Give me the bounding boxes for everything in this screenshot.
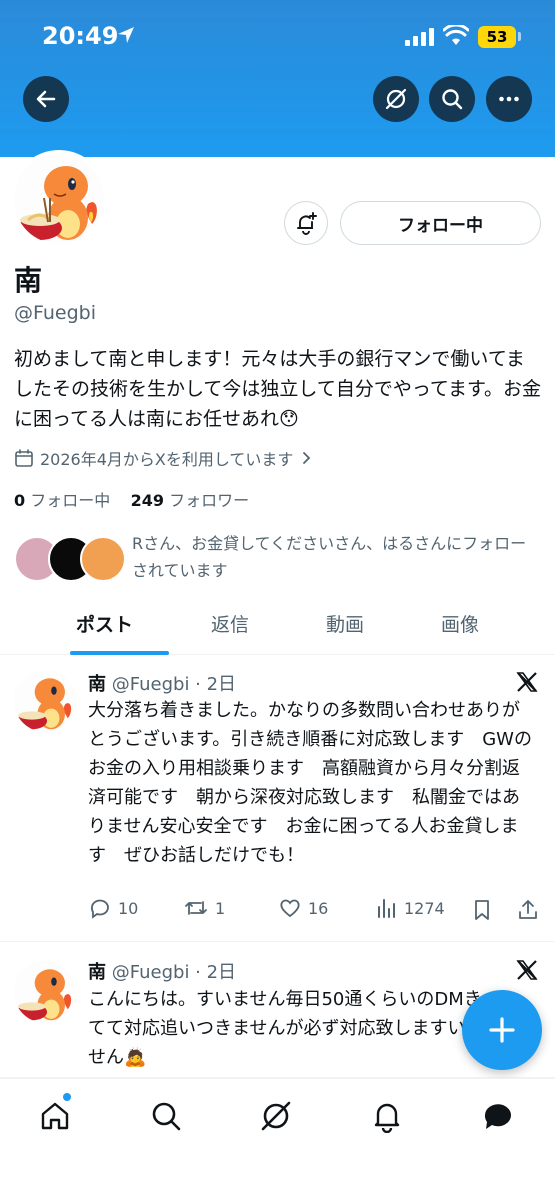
repost-count: 1: [215, 898, 226, 918]
status-time: 20:49: [42, 22, 119, 50]
grok-icon: [385, 88, 407, 110]
heart-icon: [280, 899, 300, 918]
chevron-right-icon[interactable]: [299, 451, 313, 465]
follower-avatar: [80, 536, 126, 582]
post-text: こんにちは。すいません毎日50通くらいのDMきてて対応追いつきませんが必ず対応致…: [88, 989, 484, 1068]
post-avatar[interactable]: [14, 670, 76, 732]
post-header: 南 @Fuegbi · 2日: [88, 670, 236, 696]
home-icon[interactable]: [38, 1099, 72, 1133]
reply-count: 10: [118, 898, 139, 918]
like-count: 16: [308, 898, 329, 918]
followers-label: フォロワー: [169, 491, 250, 510]
profile-handle: @Fuegbi: [14, 302, 97, 324]
post[interactable]: 南 @Fuegbi · 2日 大分落ち着きました。かなりの多数問い合わせありがと…: [0, 656, 555, 942]
arrow-left-icon: [36, 90, 56, 108]
post-author-name[interactable]: 南: [88, 674, 106, 695]
battery-indicator: 53: [478, 26, 516, 48]
followers-count: 249: [130, 491, 164, 510]
x-logo-icon: [516, 672, 538, 692]
views-count: 1274: [404, 898, 445, 918]
grok-icon[interactable]: [259, 1099, 293, 1133]
profile-tabs: ポスト 返信 動画 画像: [0, 598, 555, 655]
post-actions: 10 1 16 1274: [88, 896, 543, 926]
tab-replies[interactable]: 返信: [211, 610, 249, 637]
calendar-icon: [15, 449, 33, 467]
following-count: 0: [14, 491, 26, 510]
charmander-avatar-image: [14, 154, 104, 244]
charmander-avatar-image: [14, 961, 76, 1023]
post-text: 大分落ち着きました。かなりの多数問い合わせありがとうございます。引き続き順番に対…: [88, 700, 532, 866]
followed-by-avatars[interactable]: [14, 536, 126, 584]
search-icon: [442, 89, 463, 110]
repost-icon: [185, 901, 207, 915]
charmander-avatar-image: [14, 670, 76, 732]
repost-button[interactable]: 1: [183, 896, 225, 920]
cellular-signal-icon: [405, 28, 434, 46]
follow-stats: 0 フォロー中 249 フォロワー: [14, 487, 249, 511]
grok-button[interactable]: [373, 76, 419, 122]
messages-icon[interactable]: [481, 1099, 515, 1133]
following-label: フォロー中: [30, 491, 111, 510]
following-link[interactable]: 0 フォロー中: [14, 491, 110, 510]
views-chart-icon: [378, 899, 395, 918]
post-header: 南 @Fuegbi · 2日: [88, 958, 236, 984]
bell-plus-icon: [297, 212, 317, 235]
x-logo-icon: [516, 960, 538, 980]
tab-posts[interactable]: ポスト: [76, 610, 133, 637]
post-avatar[interactable]: [14, 961, 76, 1023]
bookmark-icon[interactable]: [471, 898, 493, 922]
bottom-navigation: [0, 1078, 555, 1200]
wifi-icon: [443, 25, 469, 45]
notifications-bell-icon[interactable]: [370, 1099, 404, 1133]
following-button[interactable]: フォロー中: [340, 201, 541, 245]
followed-by-text[interactable]: Rさん、お金貸してくださいさん、はるさんにフォローされています: [132, 530, 537, 584]
tab-images[interactable]: 画像: [441, 610, 479, 637]
battery-tip: [518, 32, 521, 41]
tab-videos[interactable]: 動画: [326, 610, 364, 637]
reply-icon: [90, 899, 109, 919]
plus-icon: [489, 1017, 515, 1043]
notification-subscribe-button[interactable]: [284, 201, 328, 245]
views-button[interactable]: 1274: [376, 896, 445, 920]
unread-indicator: [63, 1093, 71, 1101]
compose-post-button[interactable]: [462, 990, 542, 1070]
like-button[interactable]: 16: [278, 896, 328, 920]
back-button[interactable]: [23, 76, 69, 122]
more-button[interactable]: [486, 76, 532, 122]
reply-button[interactable]: 10: [88, 896, 138, 920]
profile-avatar[interactable]: [10, 150, 108, 248]
search-icon[interactable]: [149, 1099, 183, 1133]
search-button[interactable]: [429, 76, 475, 122]
joined-text: 2026年4月からXを利用しています: [40, 450, 294, 469]
post-meta: @Fuegbi · 2日: [111, 962, 237, 983]
more-dots-icon: [499, 96, 519, 102]
profile-name: 南: [14, 264, 43, 297]
joined-date: 2026年4月からXを利用しています: [14, 446, 313, 470]
post-author-name[interactable]: 南: [88, 962, 106, 983]
active-tab-indicator: [70, 651, 169, 655]
location-arrow-icon: [118, 27, 134, 43]
followers-link[interactable]: 249 フォロワー: [131, 491, 250, 510]
post-meta: @Fuegbi · 2日: [111, 674, 237, 695]
profile-bio: 初めまして南と申します！元々は大手の銀行マンで働いてましたその技術を生かして今は…: [14, 348, 542, 430]
share-icon[interactable]: [516, 898, 540, 922]
